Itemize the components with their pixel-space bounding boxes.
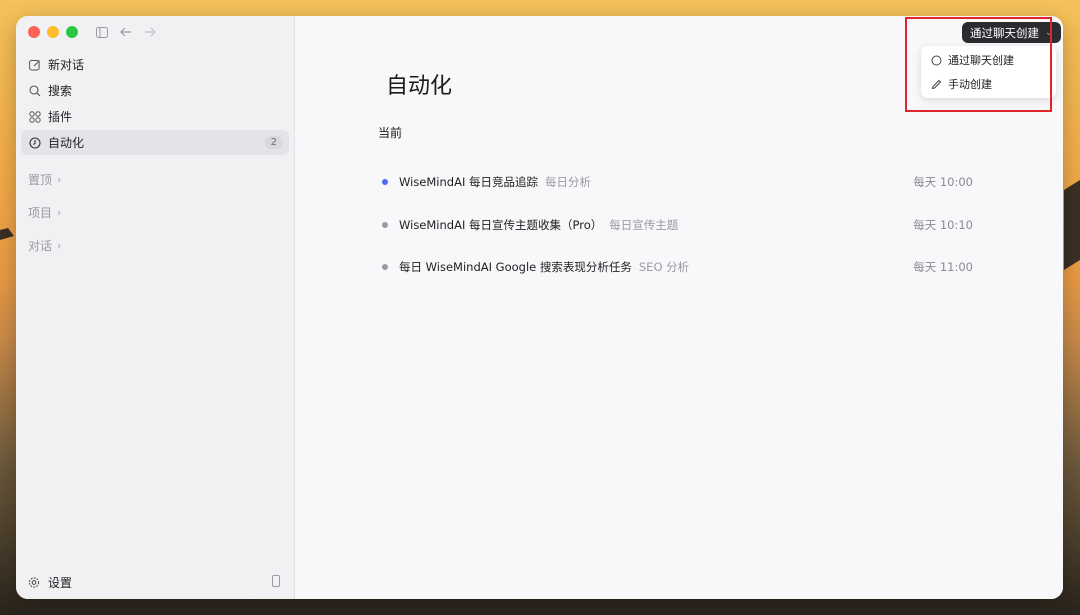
sidebar-item-label: 新对话 (48, 58, 85, 72)
grid-icon (29, 110, 41, 123)
status-dot (382, 264, 388, 271)
app-window: 新对话 搜索 插件 自动化 2 置顶 › 项目 › 对话 › 设置 自动化 当前… (16, 16, 1063, 599)
task-tag: 每日宣传主题 (609, 217, 679, 232)
create-button-label: 通过聊天创建 (970, 25, 1039, 40)
clock-icon (29, 136, 41, 149)
sidebar-item-automation[interactable]: 自动化 2 (21, 130, 289, 155)
settings-button[interactable]: 设置 (16, 565, 294, 599)
settings-label: 设置 (48, 575, 73, 590)
sidebar-sections: 置顶 › 项目 › 对话 › (16, 163, 294, 262)
zoom-window-button[interactable] (66, 26, 78, 38)
pencil-icon (931, 79, 942, 90)
sidebar: 新对话 搜索 插件 自动化 2 置顶 › 项目 › 对话 › 设置 (16, 16, 295, 599)
chat-bubble-icon (931, 55, 942, 66)
create-dropdown-menu: 通过聊天创建 手动创建 (921, 46, 1056, 98)
close-window-button[interactable] (28, 26, 40, 38)
sidebar-item-search[interactable]: 搜索 (21, 78, 289, 103)
sidebar-toggle-icon[interactable] (95, 25, 109, 39)
menu-item-create-via-chat[interactable]: 通过聊天创建 (921, 48, 1056, 72)
task-tag: SEO 分析 (638, 260, 690, 275)
section-projects[interactable]: 项目 › (16, 196, 294, 229)
sidebar-item-label: 插件 (48, 110, 73, 124)
task-name: WiseMindAI 每日宣传主题收集（Pro） (399, 217, 603, 232)
create-via-chat-button[interactable]: 通过聊天创建 ⌄ (962, 22, 1061, 43)
count-badge: 2 (264, 136, 283, 149)
section-label: 置顶 (28, 173, 53, 187)
arrow-left-icon[interactable] (119, 25, 133, 39)
main-content: 自动化 当前 WiseMindAI 每日竞品追踪 每日分析 每天 10:00 W… (295, 16, 1063, 599)
status-dot (382, 179, 388, 186)
task-list: WiseMindAI 每日竞品追踪 每日分析 每天 10:00 WiseMind… (378, 161, 973, 289)
sidebar-item-label: 搜索 (48, 84, 73, 98)
task-schedule: 每天 10:10 (913, 217, 973, 232)
sidebar-item-new-chat[interactable]: 新对话 (21, 52, 289, 77)
edit-icon (29, 59, 41, 71)
menu-item-label: 手动创建 (948, 78, 992, 91)
minimize-window-button[interactable] (47, 26, 59, 38)
task-row[interactable]: WiseMindAI 每日宣传主题收集（Pro） 每日宣传主题 每天 10:10 (378, 204, 973, 247)
task-schedule: 每天 11:00 (913, 260, 973, 275)
sidebar-nav: 新对话 搜索 插件 自动化 2 (16, 52, 294, 155)
task-schedule: 每天 10:00 (913, 175, 973, 190)
task-row[interactable]: WiseMindAI 每日竞品追踪 每日分析 每天 10:00 (378, 161, 973, 204)
search-icon (29, 84, 41, 97)
chevron-right-icon: › (57, 239, 62, 252)
chevron-right-icon: › (57, 206, 62, 219)
status-dot (382, 221, 388, 228)
chevron-down-icon[interactable]: ⌄ (1045, 28, 1053, 38)
phone-icon[interactable] (272, 574, 280, 590)
menu-item-create-manually[interactable]: 手动创建 (921, 72, 1056, 96)
chevron-right-icon: › (57, 173, 62, 186)
page-title: 自动化 (386, 74, 453, 99)
menu-item-label: 通过聊天创建 (948, 54, 1014, 67)
section-current-label: 当前 (378, 126, 403, 140)
task-tag: 每日分析 (545, 175, 591, 190)
sidebar-item-plugins[interactable]: 插件 (21, 104, 289, 129)
section-label: 对话 (28, 239, 53, 253)
gear-icon (28, 576, 40, 588)
task-name: WiseMindAI 每日竞品追踪 (399, 175, 538, 190)
task-row[interactable]: 每日 WiseMindAI Google 搜索表现分析任务 SEO 分析 每天 … (378, 246, 973, 289)
section-label: 项目 (28, 206, 53, 220)
sidebar-item-label: 自动化 (48, 136, 85, 150)
section-chats[interactable]: 对话 › (16, 229, 294, 262)
titlebar (16, 16, 294, 48)
task-name: 每日 WiseMindAI Google 搜索表现分析任务 (399, 260, 632, 275)
arrow-right-icon[interactable] (143, 25, 157, 39)
section-pinned[interactable]: 置顶 › (16, 163, 294, 196)
